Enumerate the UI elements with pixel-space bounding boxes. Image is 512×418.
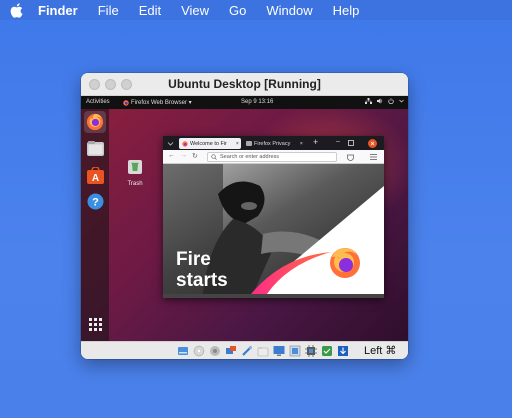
search-icon: [211, 154, 217, 160]
dock-help[interactable]: ?: [84, 190, 106, 212]
dock-firefox[interactable]: [84, 111, 106, 133]
cpu-icon[interactable]: [305, 345, 317, 357]
tab-welcome-label: Welcome to Fir: [190, 140, 227, 147]
firefox-window: Welcome to Fir × Firefox Privacy × + – ←…: [163, 136, 384, 298]
recording-icon[interactable]: [289, 345, 301, 357]
ubuntu-top-bar: Activities Firefox Web Browser ▾ Sep 9 1…: [81, 96, 408, 109]
reload-button[interactable]: ↻: [192, 152, 198, 160]
menu-help[interactable]: Help: [333, 3, 360, 18]
files-icon: [86, 140, 104, 156]
clock[interactable]: Sep 9 13:16: [241, 99, 273, 105]
horizontal-scrollbar[interactable]: [163, 294, 384, 298]
url-bar-placeholder: Search or enter address: [220, 154, 280, 160]
pocket-icon[interactable]: [347, 154, 354, 161]
software-icon: A: [86, 166, 104, 184]
usb-icon[interactable]: [241, 345, 253, 357]
optical-drive-icon[interactable]: [193, 345, 205, 357]
firefox-tab-bar: Welcome to Fir × Firefox Privacy × + –: [163, 136, 384, 150]
volume-icon: [377, 98, 383, 104]
firefox-logo-icon: [330, 248, 360, 278]
hero-line-2: starts: [176, 270, 228, 291]
url-bar[interactable]: Search or enter address: [207, 152, 337, 162]
window-title: Ubuntu Desktop [Running]: [168, 77, 321, 91]
back-button[interactable]: ←: [168, 152, 175, 159]
privacy-tab-icon: [246, 141, 252, 146]
show-apps-icon: [88, 317, 102, 331]
trash-icon: [128, 160, 142, 174]
app-menu-label: Firefox Web Browser ▾: [131, 100, 192, 106]
tab-welcome[interactable]: Welcome to Fir ×: [179, 138, 241, 149]
firefox-small-icon: [123, 99, 129, 106]
hero-line-1: Fire: [176, 249, 211, 270]
tab-list-icon[interactable]: [167, 140, 174, 147]
display-icon[interactable]: [273, 345, 285, 357]
hard-disk-icon[interactable]: [177, 345, 189, 357]
network-icon: [365, 98, 372, 104]
dock-files[interactable]: [84, 137, 106, 159]
hamburger-menu-icon[interactable]: [370, 154, 377, 160]
power-icon: [388, 98, 394, 104]
activities-button[interactable]: Activities: [86, 99, 110, 105]
firefox-icon: [86, 113, 104, 131]
desktop-trash[interactable]: Trash: [124, 159, 146, 187]
tab-privacy[interactable]: Firefox Privacy ×: [243, 138, 305, 149]
tab-close-icon[interactable]: ×: [300, 141, 303, 147]
maximize-firefox-button[interactable]: [348, 140, 354, 146]
host-key-indicator: Left ⌘: [364, 345, 397, 357]
ubuntu-dock: A ?: [81, 109, 109, 341]
svg-text:A: A: [91, 173, 98, 184]
chevron-down-icon: [399, 99, 404, 103]
shared-folders-icon[interactable]: [257, 345, 269, 357]
virtualbox-status-bar: Left ⌘: [81, 341, 408, 359]
system-tray[interactable]: [365, 98, 404, 104]
network-adapter-icon[interactable]: [225, 345, 237, 357]
dock-show-applications[interactable]: [84, 313, 106, 335]
minimize-firefox-button[interactable]: –: [336, 138, 340, 145]
menu-file[interactable]: File: [98, 3, 119, 18]
new-tab-button[interactable]: +: [313, 137, 318, 147]
tab-close-icon[interactable]: ×: [236, 141, 239, 147]
menu-edit[interactable]: Edit: [139, 3, 161, 18]
mouse-integration-icon[interactable]: [337, 345, 349, 357]
forward-button[interactable]: →: [180, 152, 187, 159]
trash-label: Trash: [127, 181, 143, 187]
dock-software[interactable]: A: [84, 164, 106, 186]
ubuntu-guest-screen[interactable]: Activities Firefox Web Browser ▾ Sep 9 1…: [81, 96, 408, 341]
audio-icon[interactable]: [209, 345, 221, 357]
firefox-nav-bar: ← → ↻ Search or enter address: [163, 150, 384, 164]
virtualbox-vm-window: Ubuntu Desktop [Running] Activities Fire…: [81, 73, 408, 359]
firefox-welcome-page[interactable]: Fire starts: [163, 164, 384, 294]
tab-privacy-label: Firefox Privacy: [254, 140, 291, 147]
close-firefox-button[interactable]: [368, 139, 377, 148]
hero-headline: Fire starts: [176, 249, 228, 291]
window-titlebar[interactable]: Ubuntu Desktop [Running]: [81, 73, 408, 96]
app-menu[interactable]: Firefox Web Browser ▾: [123, 99, 192, 106]
menu-view[interactable]: View: [181, 3, 209, 18]
menu-finder[interactable]: Finder: [38, 3, 78, 18]
guest-additions-icon[interactable]: [321, 345, 333, 357]
firefox-favicon-icon: [182, 140, 188, 147]
help-icon: ?: [87, 193, 103, 209]
menu-window[interactable]: Window: [266, 3, 312, 18]
mac-menu-bar: Finder File Edit View Go Window Help: [0, 0, 512, 20]
apple-icon[interactable]: [10, 2, 24, 18]
svg-text:?: ?: [92, 196, 99, 208]
menu-go[interactable]: Go: [229, 3, 246, 18]
